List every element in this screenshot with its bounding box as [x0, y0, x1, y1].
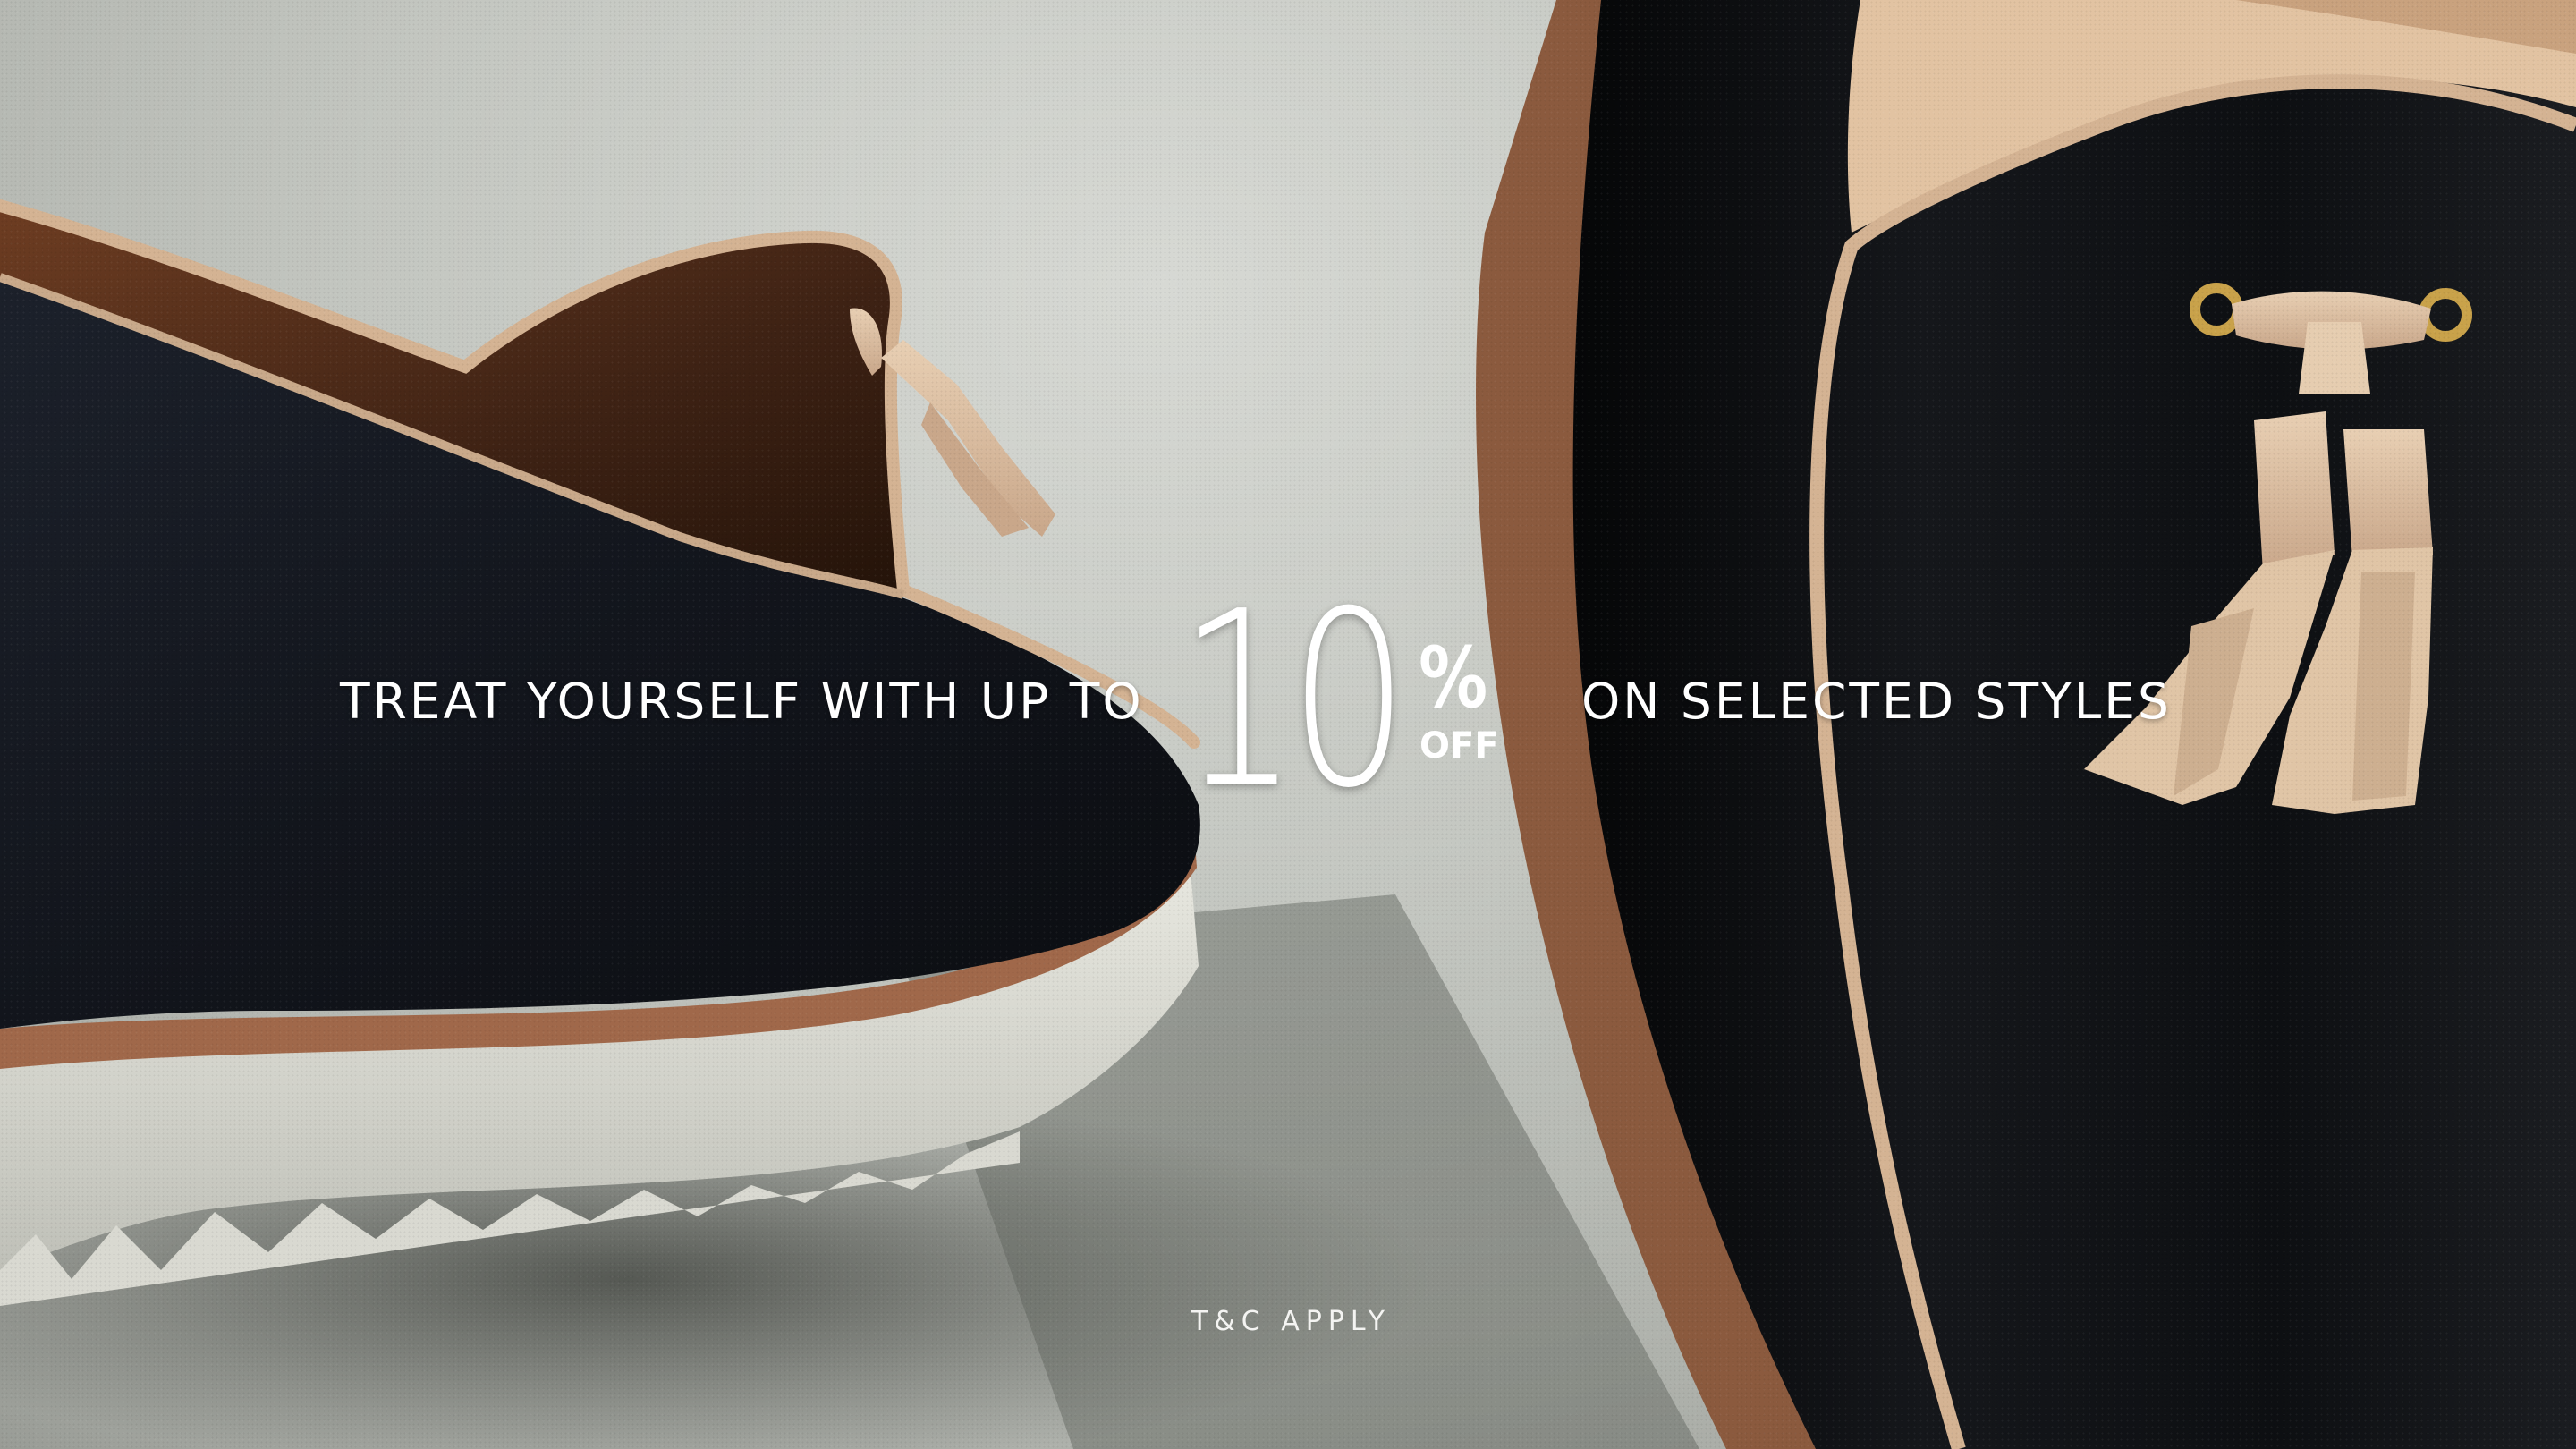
- promo-headline: TREAT YOURSELF WITH UP TO 10 % OFF ON SE…: [0, 0, 2576, 1449]
- off-label: OFF: [1419, 725, 1499, 767]
- percent-sign: %: [1419, 630, 1488, 727]
- tail-text: ON SELECTED STYLES: [1581, 673, 2172, 730]
- terms-link[interactable]: T&C APPLY: [1191, 1306, 1391, 1338]
- discount-number: 10: [1179, 559, 1409, 841]
- lead-text: TREAT YOURSELF WITH UP TO: [340, 673, 1144, 730]
- promo-banner: TREAT YOURSELF WITH UP TO 10 % OFF ON SE…: [0, 0, 2576, 1449]
